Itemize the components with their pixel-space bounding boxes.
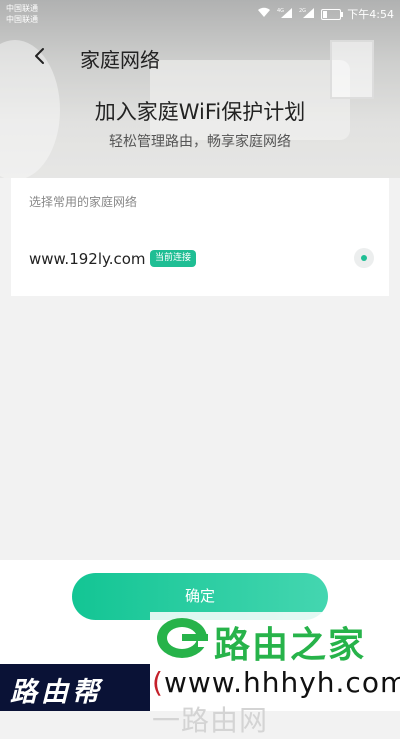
watermark-url: (www.hhhyh.com 一路由网 xyxy=(152,666,400,739)
watermark-faint-text: 一路由网 xyxy=(152,704,269,737)
watermark-url-text: www.hhhyh.com xyxy=(163,666,400,699)
carrier-labels: 中国联通 中国联通 xyxy=(6,3,38,25)
watermark-left-text: 路由帮 xyxy=(10,677,103,708)
back-button[interactable] xyxy=(28,42,58,72)
radio-selected-dot xyxy=(361,255,367,261)
watermark-logo-text: 路由之家 xyxy=(214,625,367,666)
signal-2-icon: 2G xyxy=(299,7,315,21)
svg-text:2G: 2G xyxy=(299,8,306,14)
status-bar: 中国联通 中国联通 4G 2G 下午4:54 xyxy=(0,0,400,28)
watermark-logo: 路由之家 xyxy=(150,612,400,666)
carrier-1: 中国联通 xyxy=(6,4,38,13)
nav-bar: 家庭网络 xyxy=(0,36,400,80)
chevron-left-icon xyxy=(35,48,44,64)
watermark-paren: ( xyxy=(152,666,164,699)
page-title: 家庭网络 xyxy=(80,48,160,72)
current-connection-badge: 当前连接 xyxy=(150,250,197,267)
status-icons: 4G 2G 下午4:54 xyxy=(257,6,394,22)
svg-text:4G: 4G xyxy=(277,8,284,14)
signal-1-icon: 4G xyxy=(277,7,293,21)
battery-icon xyxy=(321,8,344,20)
carrier-2: 中国联通 xyxy=(6,15,38,24)
wifi-icon xyxy=(257,7,271,21)
watermark-left-block: 路由帮 xyxy=(0,664,150,711)
card-label: 选择常用的家庭网络 xyxy=(29,195,138,209)
router-logo-icon xyxy=(157,618,208,658)
clock: 下午4:54 xyxy=(347,8,394,21)
subtitle: 轻松管理路由，畅享家庭网络 xyxy=(109,134,291,150)
network-name: www.192ly.com xyxy=(29,250,146,268)
headline: 加入家庭WiFi保护计划 xyxy=(94,100,306,124)
network-radio[interactable] xyxy=(354,248,374,268)
